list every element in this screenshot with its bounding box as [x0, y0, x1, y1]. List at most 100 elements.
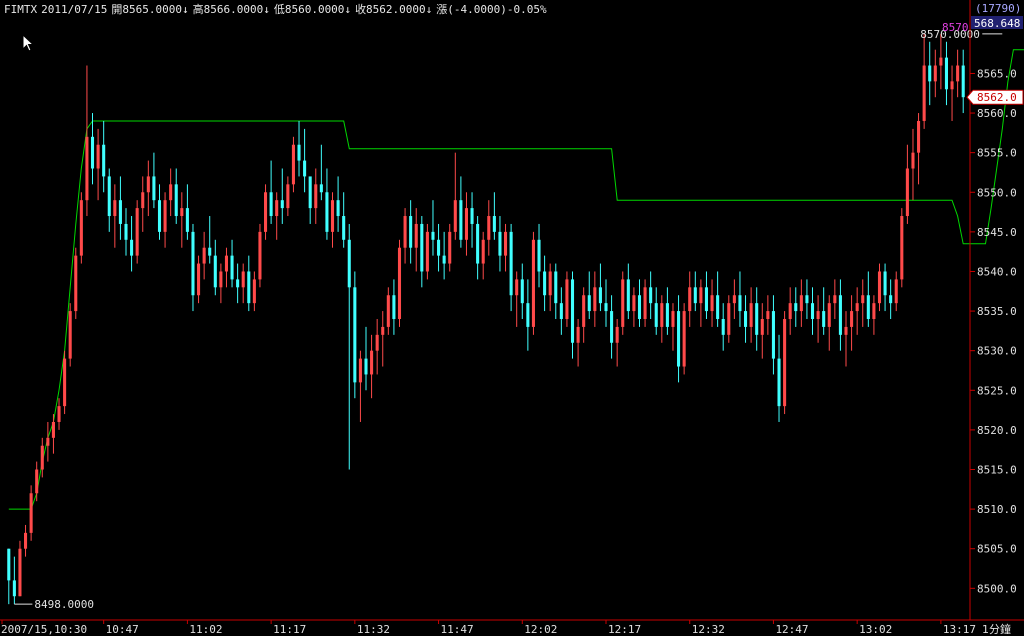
candle-body [453, 200, 457, 232]
time-tick-label: 11:02 [189, 623, 222, 636]
candle-body [855, 303, 859, 312]
candle-body [414, 223, 418, 248]
candle-body [744, 311, 748, 327]
price-tick-label: 8540.0 [977, 265, 1017, 278]
quote-header: FIMTX 2011/07/15 開8565.0000↓ 高8566.0000↓ 低85… [4, 1, 551, 17]
candle-body [431, 231, 435, 240]
candle-body [615, 326, 619, 343]
candle-body [794, 303, 798, 312]
time-tick-label: 12:32 [692, 623, 725, 636]
candle-body [202, 247, 206, 264]
candle-body [286, 184, 290, 209]
current-price-label: 8562.0 [977, 91, 1017, 104]
candle-body [247, 271, 251, 304]
candle-body [520, 279, 524, 304]
candle-body [230, 255, 234, 280]
candle-body [950, 81, 954, 90]
candle-body [838, 295, 842, 335]
candle-body [459, 200, 463, 240]
candle-body [107, 176, 111, 217]
candle-body [291, 144, 295, 185]
candle-body [7, 548, 11, 581]
candle-body [163, 200, 167, 232]
candle-body [643, 287, 647, 319]
candle-body [314, 184, 318, 209]
candle-body [693, 287, 697, 304]
price-tick-label: 8555.0 [977, 147, 1017, 160]
candle-body [124, 223, 128, 240]
candle-body [827, 303, 831, 327]
candle-body [174, 184, 178, 217]
candle-body [626, 279, 630, 312]
candle-body [213, 255, 217, 288]
price-tick-label: 8505.0 [977, 543, 1017, 556]
candle-body [861, 295, 865, 304]
plot-area: 8570.00008498.00008570 [7, 21, 1024, 611]
candle-body [85, 136, 89, 201]
candle-body [721, 319, 725, 335]
candle-body [576, 326, 580, 343]
candle-body [347, 239, 351, 288]
candle-body [487, 216, 491, 240]
candle-body [961, 65, 965, 98]
candle-body [252, 279, 256, 304]
candle-body [297, 144, 301, 161]
tick-count-label: (17790) [975, 2, 1021, 15]
candle-body [236, 279, 240, 288]
candle-body [358, 358, 362, 383]
time-tick-label: 11:32 [357, 623, 390, 636]
candle-body [783, 319, 787, 407]
candle-body [375, 334, 379, 351]
candle-body [760, 319, 764, 335]
price-tick-label: 8545.0 [977, 226, 1017, 239]
price-tick-label: 8500.0 [977, 582, 1017, 595]
candle-body [353, 287, 357, 383]
candle-body [587, 295, 591, 312]
time-tick-label: 12:17 [608, 623, 641, 636]
candle-body [805, 295, 809, 304]
candle-body [922, 65, 926, 121]
candle-body [208, 247, 212, 256]
price-axis: 8500.0 8505.0 8510.0 8515.0 8520.0 8525.0 8530… [966, 0, 1024, 620]
min-price-label: 8498.0000 [34, 598, 94, 611]
candle-body [90, 136, 95, 169]
candle-body [877, 271, 882, 304]
candle-body [403, 216, 407, 248]
candle-body [632, 295, 636, 312]
time-tick-label: 12:02 [524, 623, 557, 636]
candle-body [241, 271, 245, 288]
candle-body [621, 279, 625, 327]
candle-body [905, 168, 909, 217]
candle-body [464, 208, 468, 240]
price-tick-label: 8550.0 [977, 186, 1017, 199]
candle-body [35, 469, 39, 494]
candle-body [637, 295, 642, 319]
candle-body [889, 295, 893, 304]
candle-body [102, 144, 106, 177]
candle-body [755, 303, 759, 335]
candle-body [386, 295, 390, 327]
candle-body [699, 287, 703, 304]
candle-body [788, 303, 792, 319]
candle-body [799, 295, 803, 312]
candle-body [682, 311, 686, 367]
candle-body [531, 239, 535, 327]
candle-body [866, 295, 870, 319]
candle-body [649, 287, 653, 304]
candle-body [515, 279, 519, 296]
candle-body [24, 532, 28, 549]
candle-body [141, 192, 145, 209]
candle-body [498, 231, 502, 256]
open-label: 開8565.0000↓ [111, 3, 189, 16]
candle-body [476, 223, 480, 264]
candle-body [777, 358, 781, 407]
change-label: 漲(-4.0000)-0.05% [436, 3, 547, 16]
candle-body [152, 176, 156, 201]
candle-body [732, 295, 736, 304]
candle-body [816, 311, 820, 319]
candle-body [269, 192, 273, 217]
candle-body [442, 255, 446, 264]
candle-body [46, 437, 50, 446]
candle-body [437, 239, 441, 256]
time-tick-label: 13:17 [943, 623, 976, 636]
